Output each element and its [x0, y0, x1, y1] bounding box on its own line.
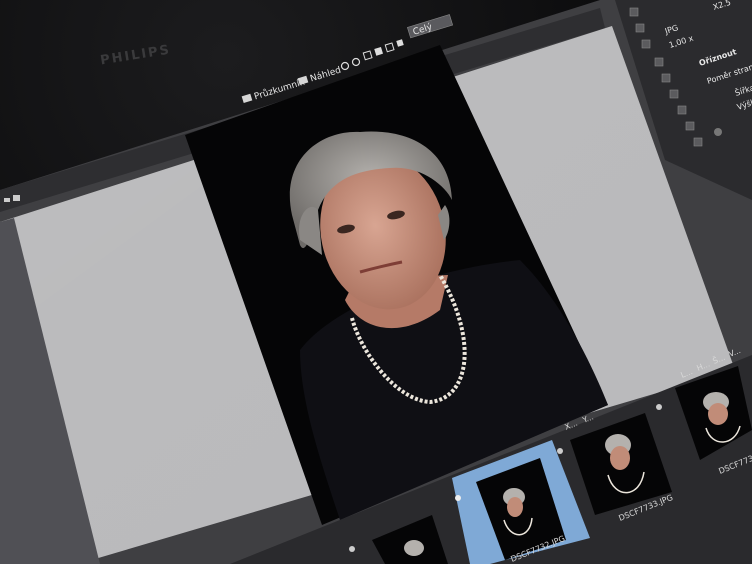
camera-icon — [656, 404, 662, 410]
shape-icon[interactable] — [685, 121, 695, 131]
play-icon[interactable] — [13, 195, 20, 201]
monitor-screen: Průzkumník Náhled Celý JPG 1,00 x X2.5 O… — [0, 0, 752, 564]
brush-icon[interactable] — [654, 57, 664, 67]
lock-icon[interactable] — [396, 39, 404, 47]
zoom-in-icon[interactable] — [340, 61, 350, 71]
lasso-icon[interactable] — [641, 39, 651, 49]
menu-icon[interactable] — [4, 198, 10, 202]
gear-icon[interactable] — [714, 128, 722, 136]
text-icon[interactable] — [677, 105, 687, 115]
fit-icon[interactable] — [362, 50, 373, 61]
svg-text:Celý: Celý — [412, 22, 434, 38]
camera-icon — [349, 546, 355, 552]
select-icon[interactable] — [629, 7, 639, 17]
heal-icon[interactable] — [669, 89, 679, 99]
clone-icon[interactable] — [661, 73, 671, 83]
zoom-out-icon[interactable] — [351, 57, 361, 67]
rotate-icon[interactable] — [693, 137, 703, 147]
photo-scene: PHILIPS Průzkumník Náhled Celý JPG 1,00 … — [0, 0, 752, 564]
compare-icon[interactable] — [384, 42, 395, 53]
camera-icon — [455, 495, 461, 501]
zoom-select[interactable]: Celý — [406, 14, 454, 39]
camera-icon — [557, 448, 563, 454]
grid-icon[interactable] — [374, 46, 383, 56]
crop-icon[interactable] — [635, 23, 645, 33]
